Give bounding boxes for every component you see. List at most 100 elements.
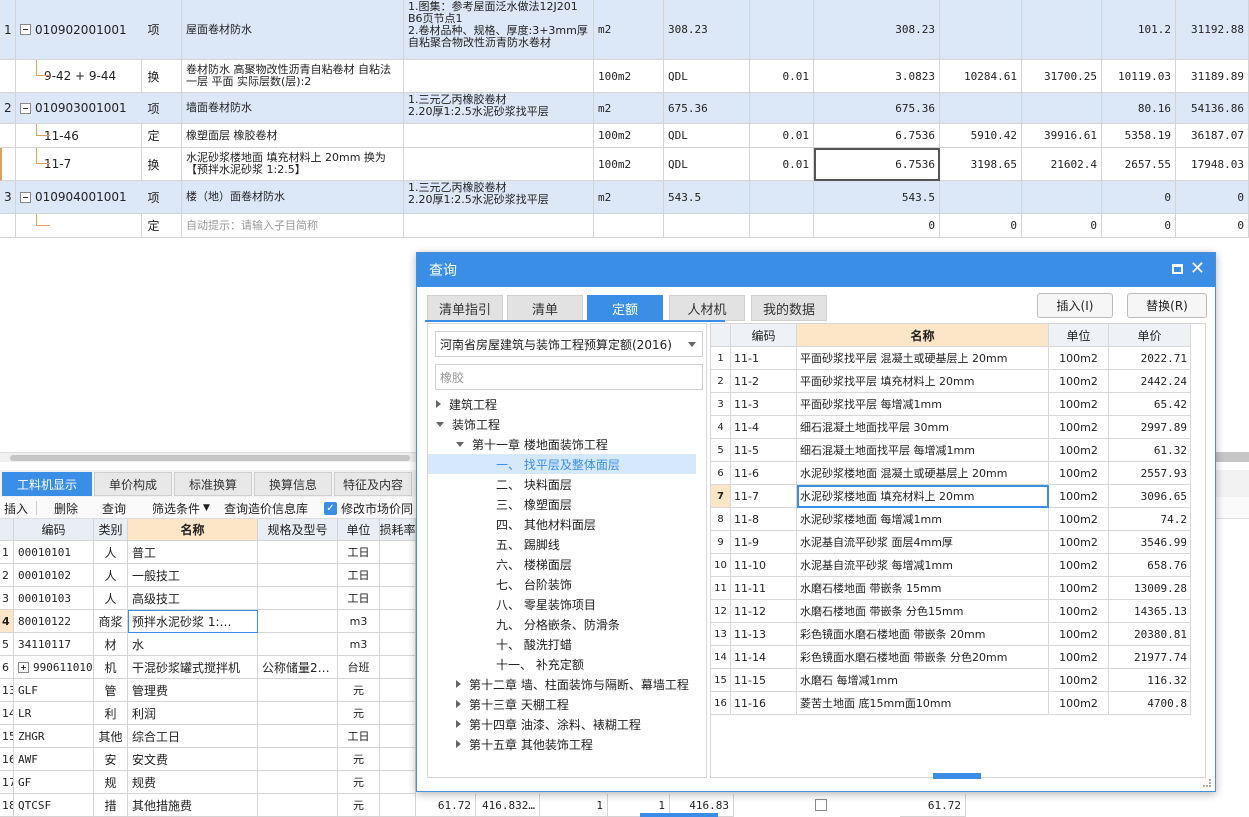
top-item-unit[interactable]: m2 bbox=[594, 0, 664, 60]
top-col-4[interactable]: 0 bbox=[1176, 181, 1249, 214]
caret-right-icon[interactable] bbox=[456, 700, 461, 708]
top-col-4[interactable]: 0 bbox=[1176, 214, 1249, 238]
top-item-name[interactable]: 自动提示：请输入子目简称 bbox=[182, 214, 404, 238]
top-col-3[interactable]: 2657.55 bbox=[1102, 148, 1176, 181]
top-col-2[interactable]: 31700.25 bbox=[1022, 60, 1102, 93]
bottom-name[interactable]: 规费 bbox=[128, 771, 258, 794]
bottom-category[interactable]: 利 bbox=[94, 702, 128, 725]
top-item-feature[interactable] bbox=[404, 124, 594, 148]
quota-code[interactable]: 11-16 bbox=[731, 692, 797, 715]
quota-price[interactable]: 20380.81 bbox=[1109, 623, 1191, 646]
top-col-3[interactable]: 0 bbox=[1102, 181, 1176, 214]
bottom-code[interactable]: 34110117 bbox=[14, 633, 94, 656]
bottom-unit[interactable]: 工日 bbox=[338, 564, 380, 587]
tree-node[interactable]: 装饰工程 bbox=[436, 414, 500, 434]
bottom-unit[interactable]: 元 bbox=[338, 771, 380, 794]
quota-library-select[interactable]: 河南省房屋建筑与装饰工程预算定额(2016) bbox=[435, 331, 703, 357]
row-checkbox[interactable] bbox=[815, 799, 827, 811]
top-quantity[interactable]: 6.7536 bbox=[814, 148, 940, 181]
top-quantity[interactable]: 0 bbox=[814, 214, 940, 238]
bottom-spec[interactable] bbox=[258, 610, 338, 633]
quota-unit[interactable]: 100m2 bbox=[1049, 623, 1109, 646]
quota-unit[interactable]: 100m2 bbox=[1049, 485, 1109, 508]
bottom-spec[interactable] bbox=[258, 794, 338, 817]
tree-node[interactable]: 三、 橡塑面层 bbox=[496, 494, 572, 514]
top-item-unit[interactable]: 100m2 bbox=[594, 60, 664, 93]
top-col-2[interactable]: 39916.61 bbox=[1022, 124, 1102, 148]
top-item-code[interactable]: 010904001001 bbox=[16, 181, 142, 214]
quota-name[interactable]: 平面砂浆找平层 每增减1mm bbox=[797, 393, 1049, 416]
bottom-name[interactable]: 干混砂浆罐式搅拌机 bbox=[128, 656, 258, 679]
tree-node[interactable]: 一、 找平层及整体面层 bbox=[428, 454, 696, 474]
bottom-loss-rate[interactable] bbox=[380, 656, 416, 679]
top-item-code[interactable]: 010903001001 bbox=[16, 93, 142, 124]
quota-price[interactable]: 2557.93 bbox=[1109, 462, 1191, 485]
bottom-name[interactable]: 管理费 bbox=[128, 679, 258, 702]
bottom-unit[interactable]: 工日 bbox=[338, 725, 380, 748]
top-item-type[interactable]: 项 bbox=[126, 93, 182, 124]
bottom-name[interactable]: 利润 bbox=[128, 702, 258, 725]
bottom-category[interactable]: 人 bbox=[94, 541, 128, 564]
dialog-tab-1[interactable]: 清单指引 bbox=[427, 295, 503, 321]
bottom-category[interactable]: 规 bbox=[94, 771, 128, 794]
bottom-spec[interactable] bbox=[258, 748, 338, 771]
quota-code[interactable]: 11-12 bbox=[731, 600, 797, 623]
top-col-4[interactable]: 31189.89 bbox=[1176, 60, 1249, 93]
top-col-4[interactable]: 54136.86 bbox=[1176, 93, 1249, 124]
top-col-4[interactable]: 31192.88 bbox=[1176, 0, 1249, 60]
top-col-3[interactable]: 80.16 bbox=[1102, 93, 1176, 124]
caret-right-icon[interactable] bbox=[456, 680, 461, 688]
quota-name[interactable]: 水泥砂浆楼地面 混凝土或硬基层上 20mm bbox=[797, 462, 1049, 485]
collapse-icon[interactable] bbox=[20, 102, 31, 114]
tree-node[interactable]: 六、 楼梯面层 bbox=[496, 554, 572, 574]
bottom-category[interactable]: 人 bbox=[94, 587, 128, 610]
bottom-name[interactable]: 预拌水泥砂浆 1:… bbox=[128, 610, 258, 633]
quota-unit[interactable]: 100m2 bbox=[1049, 439, 1109, 462]
quota-name[interactable]: 彩色镜面水磨石楼地面 带嵌条 20mm bbox=[797, 623, 1049, 646]
top-item-feature[interactable]: 1.三元乙丙橡胶卷材 2.20厚1:2.5水泥砂浆找平层 bbox=[404, 181, 594, 214]
top-col-3[interactable]: 0 bbox=[1102, 214, 1176, 238]
quota-unit[interactable]: 100m2 bbox=[1049, 554, 1109, 577]
quota-code[interactable]: 11-2 bbox=[731, 370, 797, 393]
query-button[interactable]: 查询 bbox=[102, 499, 126, 517]
bottom-loss-rate[interactable] bbox=[380, 725, 416, 748]
bottom-loss-rate[interactable] bbox=[380, 679, 416, 702]
bottom-category[interactable]: 材 bbox=[94, 633, 128, 656]
bottom-spec[interactable] bbox=[258, 702, 338, 725]
quota-price[interactable]: 61.32 bbox=[1109, 439, 1191, 462]
tree-node[interactable]: 八、 零星装饰项目 bbox=[496, 594, 596, 614]
quota-unit[interactable]: 100m2 bbox=[1049, 692, 1109, 715]
bottom-name[interactable]: 一般技工 bbox=[128, 564, 258, 587]
horizontal-scrollbar[interactable] bbox=[0, 452, 416, 462]
bottom-loss-rate[interactable] bbox=[380, 541, 416, 564]
bottom-spec[interactable] bbox=[258, 771, 338, 794]
bottom-unit[interactable]: 台班 bbox=[338, 656, 380, 679]
dialog-tab-4[interactable]: 人材机 bbox=[669, 295, 745, 321]
top-item-code[interactable]: 9-42 + 9-44 bbox=[16, 60, 142, 93]
top-item-unit[interactable] bbox=[594, 214, 664, 238]
quota-code[interactable]: 11-6 bbox=[731, 462, 797, 485]
bottom-category[interactable]: 管 bbox=[94, 679, 128, 702]
bottom-loss-rate[interactable] bbox=[380, 610, 416, 633]
bottom-code[interactable]: ZHGR bbox=[14, 725, 94, 748]
query-price-db-button[interactable]: 查询造价信息库 bbox=[224, 499, 308, 517]
top-item-code[interactable] bbox=[16, 214, 142, 238]
quota-price[interactable]: 21977.74 bbox=[1109, 646, 1191, 669]
top-item-feature[interactable]: 1.图集：参考屋面泛水做法12J201 B6页节点1 2.卷材品种、规格、厚度:… bbox=[404, 0, 594, 60]
expand-icon[interactable] bbox=[18, 661, 29, 673]
top-content[interactable] bbox=[750, 181, 814, 214]
bottom-spec[interactable] bbox=[258, 633, 338, 656]
bottom-spec[interactable]: 公称储量2… bbox=[258, 656, 338, 679]
quota-code[interactable]: 11-1 bbox=[731, 347, 797, 370]
bottom-name[interactable]: 其他措施费 bbox=[128, 794, 258, 817]
caret-down-icon[interactable] bbox=[456, 441, 464, 447]
bottom-code[interactable]: 00010103 bbox=[14, 587, 94, 610]
top-item-feature[interactable]: 1.三元乙丙橡胶卷材 2.20厚1:2.5水泥砂浆找平层 bbox=[404, 93, 594, 124]
quota-unit[interactable]: 100m2 bbox=[1049, 462, 1109, 485]
bottom-unit[interactable]: 元 bbox=[338, 794, 380, 817]
horizontal-scrollbar-right[interactable] bbox=[1216, 452, 1249, 462]
quota-unit[interactable]: 100m2 bbox=[1049, 600, 1109, 623]
quota-code[interactable]: 11-10 bbox=[731, 554, 797, 577]
quota-code[interactable]: 11-15 bbox=[731, 669, 797, 692]
bottom-tab-4[interactable]: 换算信息 bbox=[254, 472, 332, 496]
